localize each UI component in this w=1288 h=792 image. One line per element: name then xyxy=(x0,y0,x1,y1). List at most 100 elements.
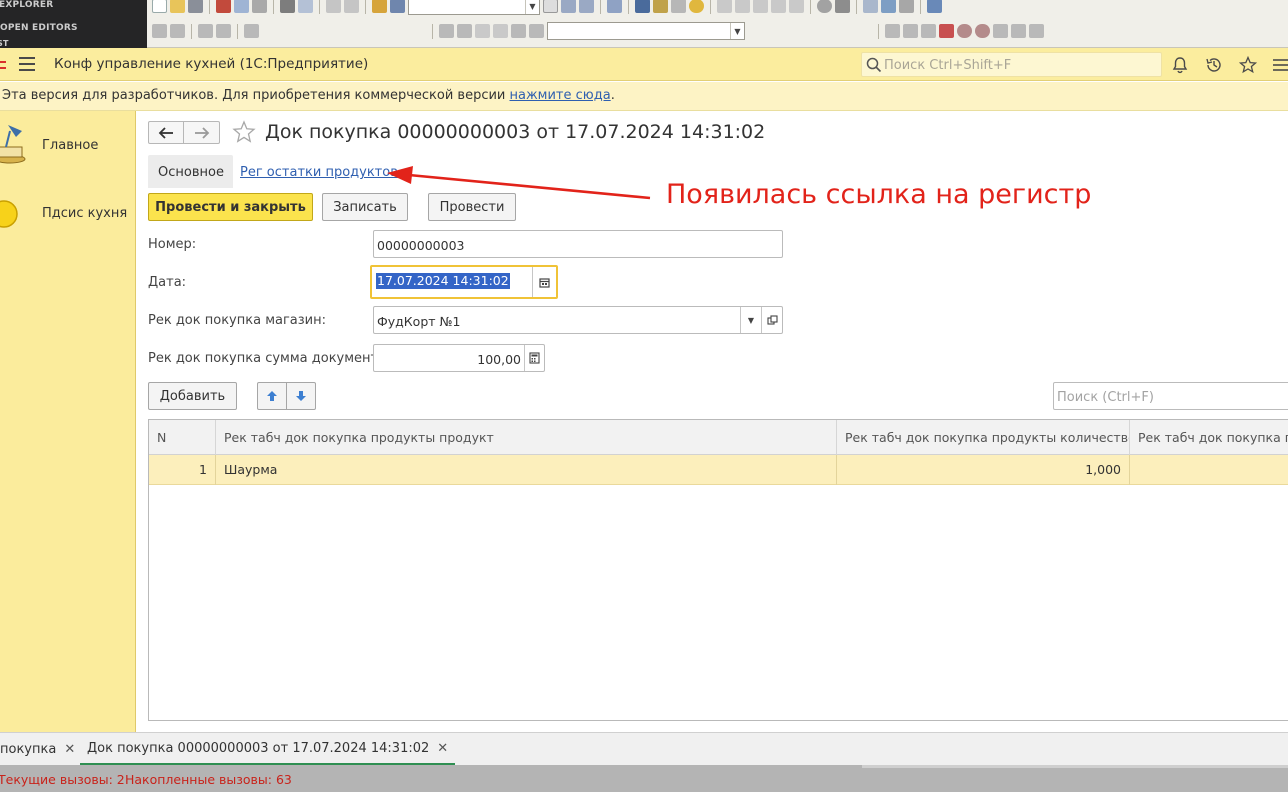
add-row-button[interactable]: Добавить xyxy=(148,382,237,410)
table-icon[interactable] xyxy=(216,24,231,38)
open-folder-icon[interactable] xyxy=(170,0,185,13)
save-button[interactable]: Записать xyxy=(322,193,408,221)
indent-icon[interactable] xyxy=(439,24,454,38)
gear-icon[interactable] xyxy=(835,0,850,13)
redo-icon[interactable] xyxy=(344,0,359,13)
search-combo[interactable]: ▼ xyxy=(408,0,540,15)
cell-quantity[interactable]: 1,000 xyxy=(837,455,1130,485)
date-input-selected[interactable]: 17.07.2024 14:31:02 xyxy=(376,273,510,289)
chevron-down-icon[interactable]: ▼ xyxy=(730,23,744,39)
macro-icon[interactable] xyxy=(885,24,900,38)
table-row[interactable]: 1 Шаурма 1,000 xyxy=(149,455,1288,485)
step-out-icon[interactable] xyxy=(753,0,768,13)
close-icon[interactable]: ✕ xyxy=(64,742,75,757)
find-next-icon[interactable] xyxy=(561,0,576,13)
compare-icon[interactable] xyxy=(899,0,914,13)
notice-link[interactable]: нажмите сюда xyxy=(510,88,611,103)
table-search-input[interactable] xyxy=(1057,389,1287,405)
stop-icon[interactable] xyxy=(975,24,990,38)
window-icon[interactable] xyxy=(607,0,622,13)
column-header-quantity[interactable]: Рек табч док покупка продукты количество xyxy=(837,420,1130,455)
section-main[interactable]: Главное xyxy=(0,121,135,171)
copy-icon[interactable] xyxy=(234,0,249,13)
column-header-n[interactable]: N xyxy=(149,420,216,455)
copy-objects-icon[interactable] xyxy=(1011,24,1026,38)
column-header-product[interactable]: Рек табч док покупка продукты продукт xyxy=(216,420,837,455)
undo-icon[interactable] xyxy=(326,0,341,13)
module-icon[interactable] xyxy=(152,24,167,38)
info-icon[interactable] xyxy=(689,0,704,13)
cut-icon[interactable] xyxy=(216,0,231,13)
app-menu-icon[interactable] xyxy=(1270,55,1288,75)
open-tab-document[interactable]: Док покупка 00000000003 от 17.07.2024 14… xyxy=(80,733,456,765)
search-icon[interactable] xyxy=(390,0,405,13)
tools-icon[interactable] xyxy=(993,24,1008,38)
store-open-button[interactable] xyxy=(761,307,782,333)
clock-icon[interactable] xyxy=(817,0,832,13)
table-search-field[interactable] xyxy=(1053,382,1288,410)
tab-main[interactable]: Основное xyxy=(148,155,233,188)
run-to-cursor-icon[interactable] xyxy=(771,0,786,13)
config-tree-icon[interactable] xyxy=(863,0,878,13)
calculator-button[interactable] xyxy=(524,345,544,371)
procedure-list-icon[interactable] xyxy=(244,24,259,38)
macro-stop-icon[interactable] xyxy=(921,24,936,38)
comment-icon[interactable] xyxy=(475,24,490,38)
grid-icon[interactable] xyxy=(1029,24,1044,38)
favorite-star-icon[interactable] xyxy=(232,120,256,144)
forward-button[interactable] xyxy=(184,121,220,144)
store-field[interactable]: ▼ xyxy=(373,306,783,334)
find-prev-icon[interactable] xyxy=(579,0,594,13)
cell-product[interactable]: Шаурма xyxy=(216,455,837,485)
paste-icon[interactable] xyxy=(252,0,267,13)
properties-icon[interactable] xyxy=(671,0,686,13)
update-db-icon[interactable] xyxy=(881,0,896,13)
store-dropdown-button[interactable]: ▼ xyxy=(740,307,761,333)
record-icon[interactable] xyxy=(957,24,972,38)
tab-register-link[interactable]: Рег остатки продуктов xyxy=(240,165,398,180)
layout-icon[interactable] xyxy=(198,24,213,38)
print-icon[interactable] xyxy=(280,0,295,13)
bookmark-icon[interactable] xyxy=(511,24,526,38)
post-button[interactable]: Провести xyxy=(428,193,516,221)
pause-icon[interactable] xyxy=(789,0,804,13)
cell-price[interactable] xyxy=(1130,455,1288,485)
breakpoint-icon[interactable] xyxy=(653,0,668,13)
notifications-bell-icon[interactable] xyxy=(1170,55,1190,75)
number-input[interactable] xyxy=(377,237,777,253)
step-into-icon[interactable] xyxy=(717,0,732,13)
move-up-button[interactable] xyxy=(257,382,287,410)
macro-record-icon[interactable] xyxy=(903,24,918,38)
global-search-input[interactable] xyxy=(884,56,1154,74)
store-input[interactable] xyxy=(377,313,737,329)
move-down-button[interactable] xyxy=(286,382,316,410)
sum-field[interactable] xyxy=(373,344,545,372)
form-icon[interactable] xyxy=(170,24,185,38)
section-kitchen[interactable]: Пдсис кухня xyxy=(0,188,135,238)
new-file-icon[interactable] xyxy=(152,0,167,13)
step-over-icon[interactable] xyxy=(735,0,750,13)
save-disk-icon[interactable] xyxy=(188,0,203,13)
close-search-icon[interactable] xyxy=(543,0,558,13)
calendar-button[interactable] xyxy=(532,267,556,297)
procedure-combo[interactable]: ▼ xyxy=(547,22,745,40)
number-field[interactable] xyxy=(373,230,783,258)
date-field[interactable]: 17.07.2024 14:31:02 xyxy=(370,265,558,299)
chevron-down-icon[interactable]: ▼ xyxy=(525,0,539,14)
column-header-price[interactable]: Рек табч док покупка пр xyxy=(1130,420,1288,455)
goto-icon[interactable] xyxy=(529,24,544,38)
open-editors-title[interactable]: OPEN EDITORS xyxy=(0,23,78,33)
post-and-close-button[interactable]: Провести и закрыть xyxy=(148,193,313,221)
sum-input[interactable] xyxy=(377,351,521,367)
global-search-field[interactable] xyxy=(861,52,1162,77)
back-button[interactable] xyxy=(148,121,184,144)
cube-icon[interactable] xyxy=(927,0,942,13)
debug-person-icon[interactable] xyxy=(635,0,650,13)
history-icon[interactable] xyxy=(1204,55,1224,75)
find-in-files-icon[interactable] xyxy=(372,0,387,13)
print-preview-icon[interactable] xyxy=(298,0,313,13)
uncomment-icon[interactable] xyxy=(493,24,508,38)
outdent-icon[interactable] xyxy=(457,24,472,38)
delete-icon[interactable] xyxy=(939,24,954,38)
close-icon[interactable]: ✕ xyxy=(437,741,448,756)
